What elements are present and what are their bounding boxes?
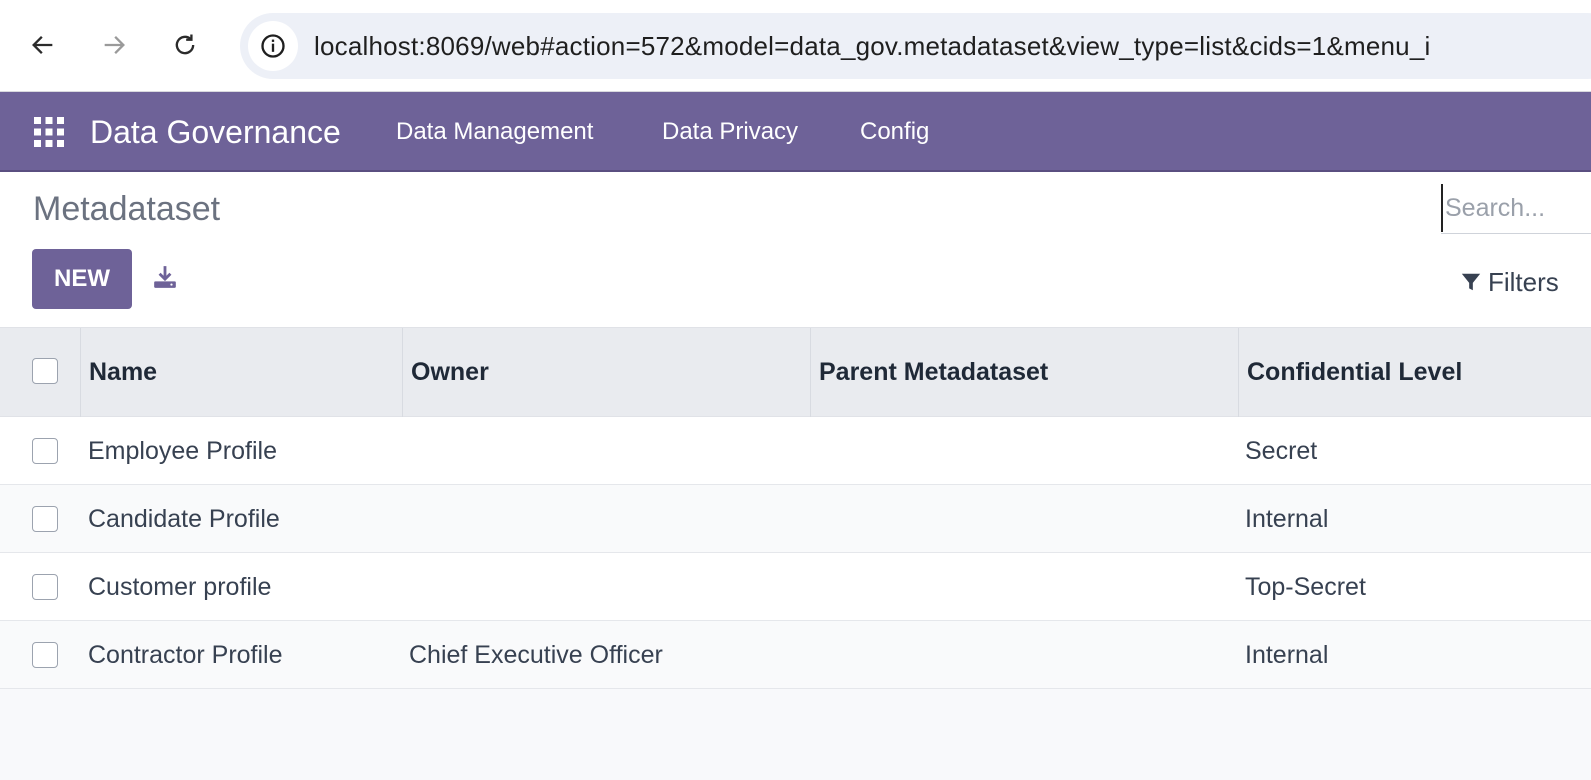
reload-icon — [175, 34, 195, 55]
download-icon — [154, 266, 176, 288]
menu-config[interactable]: Config — [860, 92, 929, 172]
menu-data-management[interactable]: Data Management — [396, 92, 593, 172]
table-row[interactable]: Employee Profile Secret — [0, 417, 1591, 485]
column-header-name[interactable]: Name — [80, 328, 402, 417]
forward-arrow-icon — [104, 36, 125, 54]
menu-data-privacy[interactable]: Data Privacy — [662, 92, 798, 172]
filters-label: Filters — [1488, 266, 1559, 297]
cell-level[interactable]: Secret — [1245, 417, 1317, 485]
row-checkbox[interactable] — [32, 506, 58, 532]
column-header-confidential-level[interactable]: Confidential Level — [1238, 328, 1591, 417]
search-box[interactable] — [1441, 184, 1591, 234]
row-checkbox[interactable] — [32, 574, 58, 600]
cell-owner[interactable]: Chief Executive Officer — [409, 621, 663, 689]
export-button[interactable] — [150, 262, 180, 292]
address-bar[interactable]: localhost:8069/web#action=572&model=data… — [240, 13, 1591, 79]
cell-name[interactable]: Employee Profile — [88, 417, 277, 485]
row-checkbox[interactable] — [32, 642, 58, 668]
page-title: Metadataset — [33, 190, 221, 228]
app-brand[interactable]: Data Governance — [90, 92, 341, 172]
cell-level[interactable]: Internal — [1245, 621, 1328, 689]
select-all-checkbox[interactable] — [32, 358, 58, 384]
table-header: Name Owner Parent Metadataset Confidenti… — [0, 328, 1591, 417]
table-row[interactable]: Candidate Profile Internal — [0, 485, 1591, 553]
reload-button[interactable] — [162, 22, 208, 68]
control-panel: Metadataset NEW Filters — [0, 172, 1591, 327]
site-info-button[interactable] — [248, 21, 298, 71]
table-row[interactable]: Customer profile Top-Secret — [0, 553, 1591, 621]
cell-name[interactable]: Contractor Profile — [88, 621, 283, 689]
app-navbar: Data Governance Data Management Data Pri… — [0, 92, 1591, 172]
cell-name[interactable]: Candidate Profile — [88, 485, 280, 553]
filters-button[interactable]: Filters — [1460, 264, 1559, 300]
back-button[interactable] — [20, 22, 66, 68]
apps-grid-icon[interactable] — [34, 117, 64, 147]
site-info-icon — [261, 34, 285, 58]
cell-name[interactable]: Customer profile — [88, 553, 271, 621]
row-checkbox[interactable] — [32, 438, 58, 464]
back-arrow-icon — [32, 36, 53, 54]
column-header-owner[interactable]: Owner — [402, 328, 810, 417]
browser-toolbar: localhost:8069/web#action=572&model=data… — [0, 0, 1591, 92]
column-header-parent-metadataset[interactable]: Parent Metadataset — [810, 328, 1238, 417]
filter-icon — [1461, 273, 1481, 291]
cell-level[interactable]: Internal — [1245, 485, 1328, 553]
url-text[interactable]: localhost:8069/web#action=572&model=data… — [314, 13, 1430, 79]
new-button[interactable]: NEW — [32, 249, 132, 309]
cell-level[interactable]: Top-Secret — [1245, 553, 1366, 621]
search-input[interactable] — [1441, 184, 1591, 232]
table-row[interactable]: Contractor Profile Chief Executive Offic… — [0, 621, 1591, 689]
list-table: Name Owner Parent Metadataset Confidenti… — [0, 327, 1591, 689]
forward-button[interactable] — [91, 22, 137, 68]
